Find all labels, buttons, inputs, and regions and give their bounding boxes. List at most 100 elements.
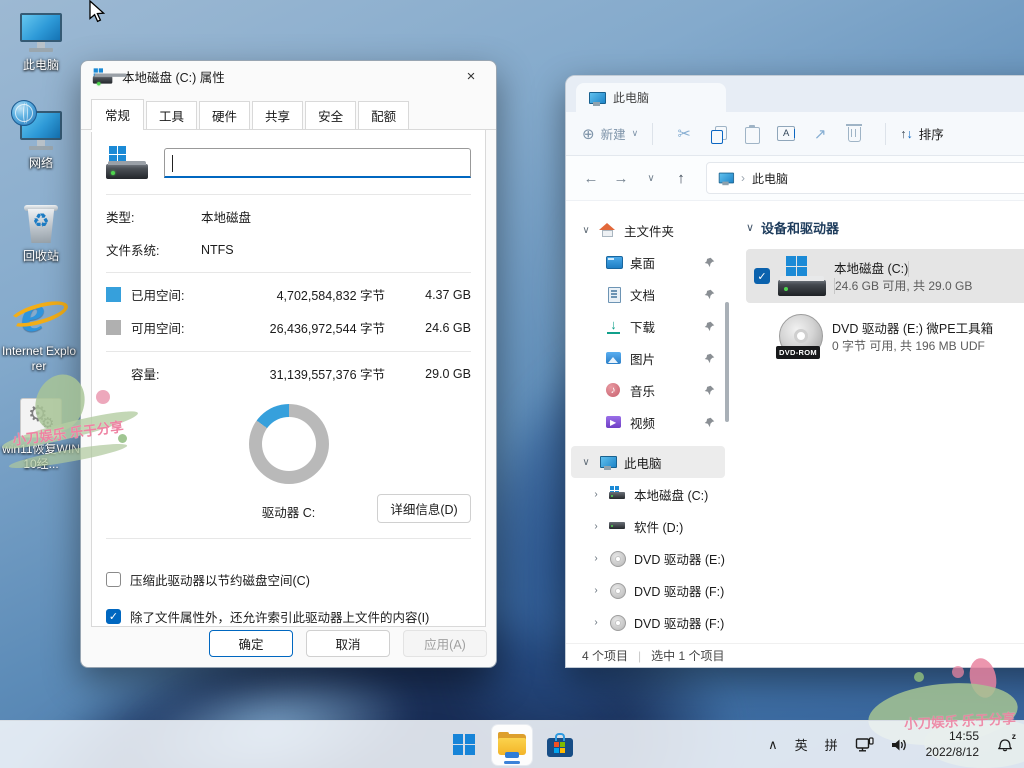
- share-button[interactable]: ↗: [803, 125, 837, 143]
- sidebar-item-desktop[interactable]: 桌面: [571, 246, 725, 278]
- desktop-folder-icon: [605, 254, 622, 270]
- details-button[interactable]: 详细信息(D): [377, 494, 471, 523]
- drive-icon: [93, 68, 113, 83]
- volume-icon[interactable]: [891, 737, 909, 753]
- tab-tools[interactable]: 工具: [146, 101, 197, 129]
- taskbar-file-explorer[interactable]: [492, 725, 532, 765]
- delete-button[interactable]: [837, 125, 871, 142]
- dvd-drive-icon: [609, 550, 626, 566]
- sidebar-item-home[interactable]: ∨ 主文件夹: [571, 214, 725, 246]
- desktop-icon-network[interactable]: 网络: [2, 110, 80, 171]
- drive-name: DVD 驱动器 (E:) 微PE工具箱: [832, 322, 993, 336]
- home-icon: [599, 222, 616, 238]
- sidebar-item-dvd-f[interactable]: › DVD 驱动器 (F:): [571, 574, 725, 606]
- tab-security[interactable]: 安全: [305, 101, 356, 129]
- copy-icon: [711, 126, 726, 142]
- paste-button[interactable]: [735, 126, 769, 142]
- tab-sharing[interactable]: 共享: [252, 101, 303, 129]
- sidebar-item-dvd-2[interactable]: › DVD 驱动器 (F:): [571, 606, 725, 638]
- cut-button[interactable]: ✂: [667, 124, 701, 144]
- desktop-icon-label: win11恢复WIN10经...: [2, 442, 80, 472]
- sidebar-item-this-pc[interactable]: ∨ 此电脑: [571, 446, 725, 478]
- desktop-icon-recycle-bin[interactable]: ♻ 回收站: [2, 203, 80, 264]
- dvd-disc-icon: DVD-ROM: [778, 314, 824, 358]
- drive-filesystem: UDF: [960, 339, 985, 353]
- address-bar[interactable]: › 此电脑: [706, 162, 1024, 194]
- compress-drive-checkbox[interactable]: ✓: [106, 572, 121, 587]
- microsoft-store-icon: [547, 733, 573, 757]
- sidebar-scrollbar[interactable]: [725, 302, 729, 422]
- paste-icon: [745, 126, 759, 142]
- videos-icon: ▶: [605, 414, 622, 430]
- sidebar-item-music[interactable]: ♪ 音乐: [571, 374, 725, 406]
- explorer-titlebar[interactable]: 此电脑: [566, 76, 1024, 112]
- status-divider: |: [638, 649, 641, 663]
- sidebar-item-dvd-e[interactable]: › DVD 驱动器 (E:): [571, 542, 725, 574]
- pin-icon: [704, 321, 715, 332]
- taskbar-microsoft-store[interactable]: [540, 725, 580, 765]
- explorer-tab-title: 此电脑: [613, 89, 649, 106]
- dialog-titlebar[interactable]: 本地磁盘 (C:) 属性 ×: [81, 61, 496, 91]
- capacity-size: 29.0 GB: [411, 367, 471, 381]
- network-icon[interactable]: [855, 737, 874, 753]
- volume-label-input[interactable]: [164, 148, 471, 178]
- language-indicator-en[interactable]: 英: [795, 735, 808, 754]
- apply-button[interactable]: 应用(A): [403, 630, 487, 657]
- sidebar-item-pictures[interactable]: 图片: [571, 342, 725, 374]
- chevron-down-icon: ∨: [581, 457, 591, 468]
- sidebar-item-drive-c[interactable]: › 本地磁盘 (C:): [571, 478, 725, 510]
- taskbar-clock[interactable]: 14:55 2022/8/12: [926, 729, 979, 760]
- new-button[interactable]: ⊕ 新建 ∨: [582, 124, 638, 143]
- cancel-button[interactable]: 取消: [306, 630, 390, 657]
- tab-general[interactable]: 常规: [91, 99, 144, 130]
- up-button[interactable]: ↑: [668, 170, 694, 187]
- desktop-icon-this-pc[interactable]: 此电脑: [2, 12, 80, 73]
- sidebar-item-downloads[interactable]: ↓ 下载: [571, 310, 725, 342]
- tab-hardware[interactable]: 硬件: [199, 101, 250, 129]
- taskbar-tray: ∧ 英 拼 14:55 2022/8/12 z: [768, 721, 1014, 768]
- ime-indicator-pinyin[interactable]: 拼: [825, 735, 838, 754]
- recent-locations-button[interactable]: ∨: [638, 173, 664, 184]
- file-explorer-window: 此电脑 ⊕ 新建 ∨ ✂ A ↗ ↑↓ 排序 ← → ∨ ↑ › 此电脑: [565, 75, 1024, 668]
- copy-button[interactable]: [701, 126, 735, 142]
- general-tab-panel: 类型: 本地磁盘 文件系统: NTFS 已用空间: 4,702,584,832 …: [91, 130, 486, 627]
- gears-icon: ⚙⚙: [20, 398, 62, 438]
- sidebar-item-videos[interactable]: ▶ 视频: [571, 406, 725, 438]
- ok-button[interactable]: 确定: [209, 630, 293, 657]
- back-button[interactable]: ←: [578, 170, 604, 187]
- do-not-disturb-z: z: [1012, 731, 1016, 741]
- explorer-tab-this-pc[interactable]: 此电脑: [576, 83, 726, 112]
- hidden-icons-button[interactable]: ∧: [768, 737, 778, 753]
- toolbar-divider: [885, 123, 886, 145]
- desktop-icon-internet-explorer[interactable]: e Internet Explorer: [0, 288, 78, 374]
- usage-donut-chart: [249, 404, 329, 484]
- group-header-devices[interactable]: ∨ 设备和驱动器: [746, 218, 1024, 237]
- rename-button[interactable]: A: [769, 126, 803, 141]
- type-value: 本地磁盘: [201, 207, 251, 226]
- clock-date: 2022/8/12: [926, 745, 979, 759]
- forward-button[interactable]: →: [608, 170, 634, 187]
- plus-icon: ⊕: [582, 125, 595, 143]
- close-icon[interactable]: ×: [456, 64, 486, 88]
- drive-icon: [609, 518, 626, 534]
- pin-icon: [704, 289, 715, 300]
- pin-icon: [704, 353, 715, 364]
- sort-button[interactable]: ↑↓ 排序: [900, 124, 944, 143]
- desktop-icon-win11-restore[interactable]: ⚙⚙ win11恢复WIN10经...: [2, 398, 80, 472]
- selected-checkbox[interactable]: ✓: [754, 268, 770, 284]
- chevron-right-icon: ›: [591, 489, 601, 500]
- start-button[interactable]: [444, 725, 484, 765]
- this-pc-icon: [17, 12, 65, 54]
- music-icon: ♪: [605, 382, 622, 398]
- index-contents-checkbox[interactable]: ✓: [106, 609, 121, 624]
- documents-icon: [605, 286, 622, 302]
- system-drive-icon: [609, 486, 626, 502]
- sidebar-item-documents[interactable]: 文档: [571, 278, 725, 310]
- drive-tile-dvd-e[interactable]: DVD-ROM DVD 驱动器 (E:) 微PE工具箱 0 字节 可用, 共 1…: [770, 307, 1024, 365]
- tab-quota[interactable]: 配额: [358, 101, 409, 129]
- notification-bell[interactable]: z: [996, 735, 1014, 755]
- drive-tile-c[interactable]: ✓ 本地磁盘 (C:) 24.6 GB 可用, 共 29.0 GB: [746, 249, 1024, 303]
- used-space-swatch: [106, 287, 121, 302]
- sidebar-item-drive-d[interactable]: › 软件 (D:): [571, 510, 725, 542]
- breadcrumb-this-pc[interactable]: 此电脑: [752, 170, 788, 187]
